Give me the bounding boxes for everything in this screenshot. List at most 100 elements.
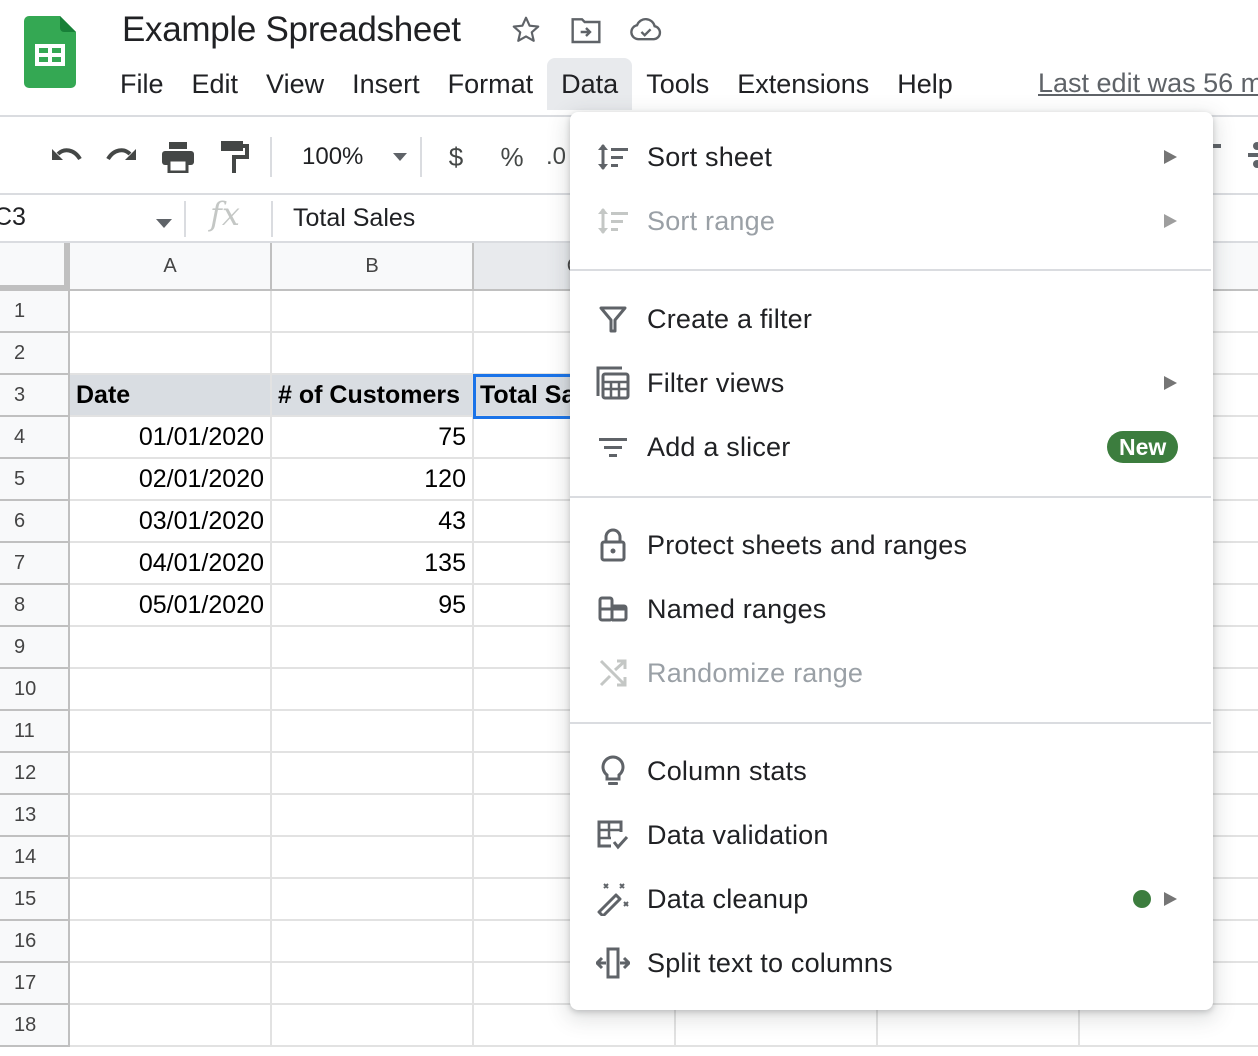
menu-item-split-text[interactable]: Split text to columns <box>570 931 1213 995</box>
cell-c18[interactable] <box>474 1005 676 1047</box>
cell-a18[interactable] <box>70 1005 272 1047</box>
row-header-1[interactable]: 1 <box>0 291 70 333</box>
move-to-folder-icon[interactable] <box>568 12 604 48</box>
row-header-16[interactable]: 16 <box>0 921 70 963</box>
redo-button[interactable] <box>100 137 144 177</box>
menu-item-data-cleanup[interactable]: Data cleanup <box>570 867 1213 931</box>
cell-a2[interactable] <box>70 333 272 375</box>
cell-b7[interactable]: 135 <box>272 543 474 585</box>
menu-item-sort-sheet[interactable]: Sort sheet <box>570 125 1213 189</box>
cell-d18[interactable] <box>676 1005 878 1047</box>
cell-a17[interactable] <box>70 963 272 1005</box>
formula-input[interactable]: Total Sales <box>293 204 415 233</box>
cloud-saved-icon[interactable] <box>628 12 664 48</box>
row-header-6[interactable]: 6 <box>0 501 70 543</box>
menu-extensions[interactable]: Extensions <box>723 58 883 110</box>
cell-a5[interactable]: 02/01/2020 <box>70 459 272 501</box>
column-header-b[interactable]: B <box>272 243 474 291</box>
cell-a10[interactable] <box>70 669 272 711</box>
cell-a12[interactable] <box>70 753 272 795</box>
cell-a1[interactable] <box>70 291 272 333</box>
cell-b4[interactable]: 75 <box>272 417 474 459</box>
menu-item-sort-range[interactable]: Sort range <box>570 189 1213 253</box>
cell-a4[interactable]: 01/01/2020 <box>70 417 272 459</box>
cell-f18[interactable] <box>1080 1005 1258 1047</box>
paint-format-button[interactable] <box>212 137 256 177</box>
cell-b2[interactable] <box>272 333 474 375</box>
menu-item-create-filter[interactable]: Create a filter <box>570 287 1213 351</box>
currency-format-button[interactable]: $ <box>438 137 474 177</box>
cell-a13[interactable] <box>70 795 272 837</box>
row-header-15[interactable]: 15 <box>0 879 70 921</box>
menu-edit[interactable]: Edit <box>178 58 253 110</box>
document-title[interactable]: Example Spreadsheet <box>122 10 461 50</box>
cell-a9[interactable] <box>70 627 272 669</box>
menu-tools[interactable]: Tools <box>632 58 723 110</box>
row-header-14[interactable]: 14 <box>0 837 70 879</box>
star-icon[interactable] <box>508 12 544 48</box>
menu-item-column-stats[interactable]: Column stats <box>570 739 1213 803</box>
cell-b18[interactable] <box>272 1005 474 1047</box>
menu-data[interactable]: Data <box>547 58 633 110</box>
cell-a15[interactable] <box>70 879 272 921</box>
name-box-dropdown-icon[interactable] <box>156 215 172 233</box>
row-header-4[interactable]: 4 <box>0 417 70 459</box>
last-edit-link[interactable]: Last edit was 56 m <box>1038 68 1258 99</box>
cell-b8[interactable]: 95 <box>272 585 474 627</box>
row-header-17[interactable]: 17 <box>0 963 70 1005</box>
row-header-10[interactable]: 10 <box>0 669 70 711</box>
cell-b3[interactable]: # of Customers <box>272 375 474 417</box>
menu-item-randomize-range[interactable]: Randomize range <box>570 641 1213 705</box>
row-header-13[interactable]: 13 <box>0 795 70 837</box>
more-formats-icon[interactable] <box>1248 141 1258 171</box>
menu-item-data-validation[interactable]: Data validation <box>570 803 1213 867</box>
column-header-a[interactable]: A <box>70 243 272 291</box>
cell-b11[interactable] <box>272 711 474 753</box>
row-header-5[interactable]: 5 <box>0 459 70 501</box>
row-header-3[interactable]: 3 <box>0 375 70 417</box>
cell-b12[interactable] <box>272 753 474 795</box>
menu-item-label: Filter views <box>647 367 785 398</box>
cell-b15[interactable] <box>272 879 474 921</box>
row-header-7[interactable]: 7 <box>0 543 70 585</box>
print-button[interactable] <box>156 137 200 177</box>
menu-item-add-slicer[interactable]: Add a slicer New <box>570 415 1213 479</box>
cell-b1[interactable] <box>272 291 474 333</box>
menu-item-protect-sheets[interactable]: Protect sheets and ranges <box>570 513 1213 577</box>
cell-b10[interactable] <box>272 669 474 711</box>
menu-insert[interactable]: Insert <box>338 58 434 110</box>
menu-format[interactable]: Format <box>434 58 548 110</box>
cell-a14[interactable] <box>70 837 272 879</box>
cell-a7[interactable]: 04/01/2020 <box>70 543 272 585</box>
cell-a3[interactable]: Date <box>70 375 272 417</box>
menu-file[interactable]: File <box>106 58 178 110</box>
cell-b13[interactable] <box>272 795 474 837</box>
cell-b6[interactable]: 43 <box>272 501 474 543</box>
cell-a6[interactable]: 03/01/2020 <box>70 501 272 543</box>
sheets-logo-icon[interactable] <box>24 16 76 88</box>
menu-view[interactable]: View <box>252 58 338 110</box>
cell-b9[interactable] <box>272 627 474 669</box>
undo-button[interactable] <box>44 137 88 177</box>
zoom-select[interactable]: 100% <box>290 137 420 177</box>
row-header-12[interactable]: 12 <box>0 753 70 795</box>
select-all-corner[interactable] <box>0 243 70 291</box>
cell-b16[interactable] <box>272 921 474 963</box>
menu-help[interactable]: Help <box>883 58 967 110</box>
menu-item-named-ranges[interactable]: Named ranges <box>570 577 1213 641</box>
row-header-11[interactable]: 11 <box>0 711 70 753</box>
cell-a8[interactable]: 05/01/2020 <box>70 585 272 627</box>
cell-b17[interactable] <box>272 963 474 1005</box>
cell-b5[interactable]: 120 <box>272 459 474 501</box>
cell-b14[interactable] <box>272 837 474 879</box>
row-header-8[interactable]: 8 <box>0 585 70 627</box>
cell-a11[interactable] <box>70 711 272 753</box>
name-box[interactable]: C3 <box>0 203 26 232</box>
percent-format-button[interactable]: % <box>494 137 530 177</box>
cell-a16[interactable] <box>70 921 272 963</box>
row-header-9[interactable]: 9 <box>0 627 70 669</box>
menu-item-filter-views[interactable]: Filter views <box>570 351 1213 415</box>
row-header-18[interactable]: 18 <box>0 1005 70 1047</box>
cell-e18[interactable] <box>878 1005 1080 1047</box>
row-header-2[interactable]: 2 <box>0 333 70 375</box>
